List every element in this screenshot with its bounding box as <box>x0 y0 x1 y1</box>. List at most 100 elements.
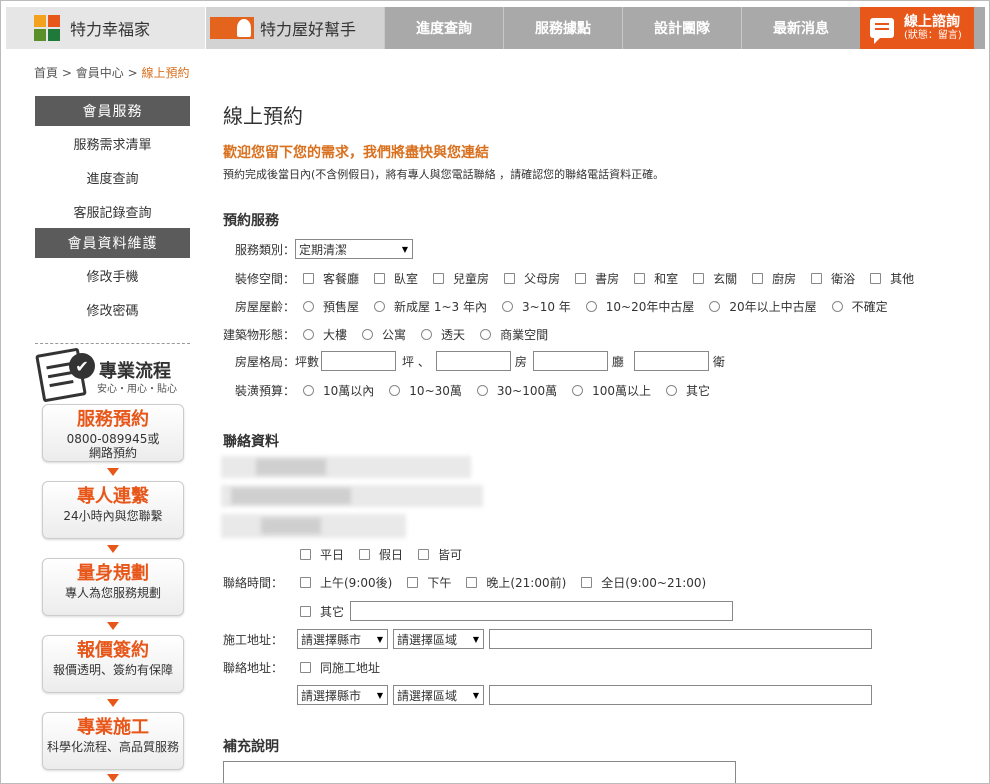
day-option[interactable]: 假日 <box>359 546 403 563</box>
time-other-option[interactable]: 其它 <box>300 603 344 620</box>
space-option[interactable]: 書房 <box>575 270 619 287</box>
space-option[interactable]: 客餐廳 <box>303 270 359 287</box>
age-option[interactable]: 不確定 <box>831 298 888 315</box>
building-option[interactable]: 商業空間 <box>480 326 548 343</box>
notes-textarea[interactable] <box>223 761 736 783</box>
nav-progress[interactable]: 進度查詢 <box>384 7 503 49</box>
brand-home-link[interactable]: 特力幸福家 <box>6 7 206 49</box>
checkbox[interactable] <box>407 577 419 588</box>
site-city-select[interactable]: 請選擇縣市 ▼ <box>297 629 388 649</box>
site-address-input[interactable] <box>489 629 872 649</box>
radio[interactable] <box>709 301 721 312</box>
bath-input[interactable] <box>633 351 709 371</box>
contact-address-input[interactable] <box>489 685 872 705</box>
checkbox[interactable] <box>634 273 646 284</box>
building-option[interactable]: 透天 <box>421 326 465 343</box>
building-type-row: 建築物形態： 大樓 公寓 透天 商業空間 <box>223 326 563 343</box>
sidebar-item-progress[interactable]: 進度查詢 <box>35 160 190 194</box>
brand-helper-link[interactable]: 特力屋好幫手 <box>206 7 384 49</box>
radio[interactable] <box>572 385 584 396</box>
radio[interactable] <box>476 385 488 396</box>
building-option[interactable]: 公寓 <box>362 326 406 343</box>
checkbox[interactable] <box>300 549 311 560</box>
sidebar-item-service-list[interactable]: 服務需求清單 <box>35 126 190 160</box>
time-option[interactable]: 晚上(21:00前) <box>466 574 566 591</box>
top-nav: 特力幸福家 特力屋好幫手 進度查詢 服務據點 設計團隊 最新消息 線上諮詢 (狀… <box>6 7 985 49</box>
day-option[interactable]: 平日 <box>300 546 344 563</box>
space-option[interactable]: 父母房 <box>504 270 560 287</box>
nav-locations[interactable]: 服務據點 <box>503 7 622 49</box>
checkbox[interactable] <box>581 577 593 588</box>
radio[interactable] <box>303 329 315 340</box>
checkbox[interactable] <box>504 273 516 284</box>
radio[interactable] <box>389 385 401 396</box>
checkbox[interactable] <box>433 273 445 284</box>
age-option[interactable]: 預售屋 <box>303 298 359 315</box>
space-option[interactable]: 衛浴 <box>811 270 855 287</box>
radio[interactable] <box>502 301 513 312</box>
space-option[interactable]: 玄關 <box>693 270 737 287</box>
checkbox[interactable] <box>870 273 882 284</box>
step-title: 服務預約 <box>77 409 149 430</box>
checkbox[interactable] <box>300 605 311 617</box>
online-consult-button[interactable]: 線上諮詢 (狀態：留言) <box>860 7 974 49</box>
space-option[interactable]: 廚房 <box>752 270 796 287</box>
budget-option[interactable]: 100萬以上 <box>572 382 651 399</box>
checkbox[interactable] <box>575 273 587 284</box>
radio[interactable] <box>480 329 492 340</box>
breadcrumb-home[interactable]: 首頁 <box>34 66 58 80</box>
ping-input[interactable] <box>321 351 397 371</box>
checkbox[interactable] <box>418 549 430 560</box>
budget-option[interactable]: 30~100萬 <box>476 382 557 399</box>
sidebar-item-service-records[interactable]: 客服記錄查詢 <box>35 194 190 228</box>
process-subtitle: 安心・用心・貼心 <box>97 384 177 395</box>
sidebar-item-edit-password[interactable]: 修改密碼 <box>35 292 190 326</box>
time-option[interactable]: 下午 <box>407 574 451 591</box>
checkbox[interactable] <box>752 273 764 284</box>
time-option[interactable]: 上午(9:00後) <box>300 574 392 591</box>
same-address-option[interactable]: 同施工地址 <box>300 659 380 676</box>
breadcrumb-member[interactable]: 會員中心 <box>76 66 124 80</box>
service-type-select[interactable]: 定期清潔 ▼ <box>295 239 414 259</box>
site-area-select[interactable]: 請選擇區域 ▼ <box>393 629 484 649</box>
checkbox[interactable] <box>811 273 823 284</box>
radio[interactable] <box>303 385 315 396</box>
space-option[interactable]: 和室 <box>634 270 678 287</box>
age-option[interactable]: 新成屋 1~3 年內 <box>374 298 487 315</box>
time-option[interactable]: 全日(9:00~21:00) <box>581 574 706 591</box>
checkbox[interactable] <box>303 273 315 284</box>
checkbox[interactable] <box>300 662 311 673</box>
radio[interactable] <box>362 329 374 340</box>
day-option[interactable]: 皆可 <box>418 546 462 563</box>
radio[interactable] <box>666 385 678 396</box>
space-option[interactable]: 臥室 <box>374 270 418 287</box>
radio[interactable] <box>421 329 433 340</box>
budget-option[interactable]: 10~30萬 <box>389 382 462 399</box>
sidebar-item-edit-phone[interactable]: 修改手機 <box>35 258 190 292</box>
nav-design-team[interactable]: 設計團隊 <box>622 7 741 49</box>
time-other-input[interactable] <box>350 601 734 621</box>
checkbox[interactable] <box>466 577 478 588</box>
space-option[interactable]: 兒童房 <box>433 270 489 287</box>
checkbox[interactable] <box>359 549 371 560</box>
radio[interactable] <box>831 301 843 312</box>
age-option[interactable]: 10~20年中古屋 <box>585 298 694 315</box>
budget-option[interactable]: 10萬以內 <box>303 382 374 399</box>
budget-option[interactable]: 其它 <box>666 382 710 399</box>
age-option[interactable]: 3~10 年 <box>502 298 571 315</box>
building-option[interactable]: 大樓 <box>303 326 347 343</box>
contact-area-select[interactable]: 請選擇區域 ▼ <box>393 685 484 705</box>
space-option[interactable]: 其他 <box>870 270 914 287</box>
checkbox[interactable] <box>693 273 705 284</box>
room-input[interactable] <box>435 351 511 371</box>
contact-time-label: 聯絡時間： <box>223 576 284 590</box>
age-option[interactable]: 20年以上中古屋 <box>709 298 817 315</box>
nav-news[interactable]: 最新消息 <box>741 7 860 49</box>
radio[interactable] <box>303 301 315 312</box>
radio[interactable] <box>374 301 386 312</box>
checkbox[interactable] <box>300 577 311 588</box>
hall-input[interactable] <box>532 351 608 371</box>
radio[interactable] <box>585 301 597 312</box>
contact-city-select[interactable]: 請選擇縣市 ▼ <box>297 685 388 705</box>
checkbox[interactable] <box>374 273 386 284</box>
